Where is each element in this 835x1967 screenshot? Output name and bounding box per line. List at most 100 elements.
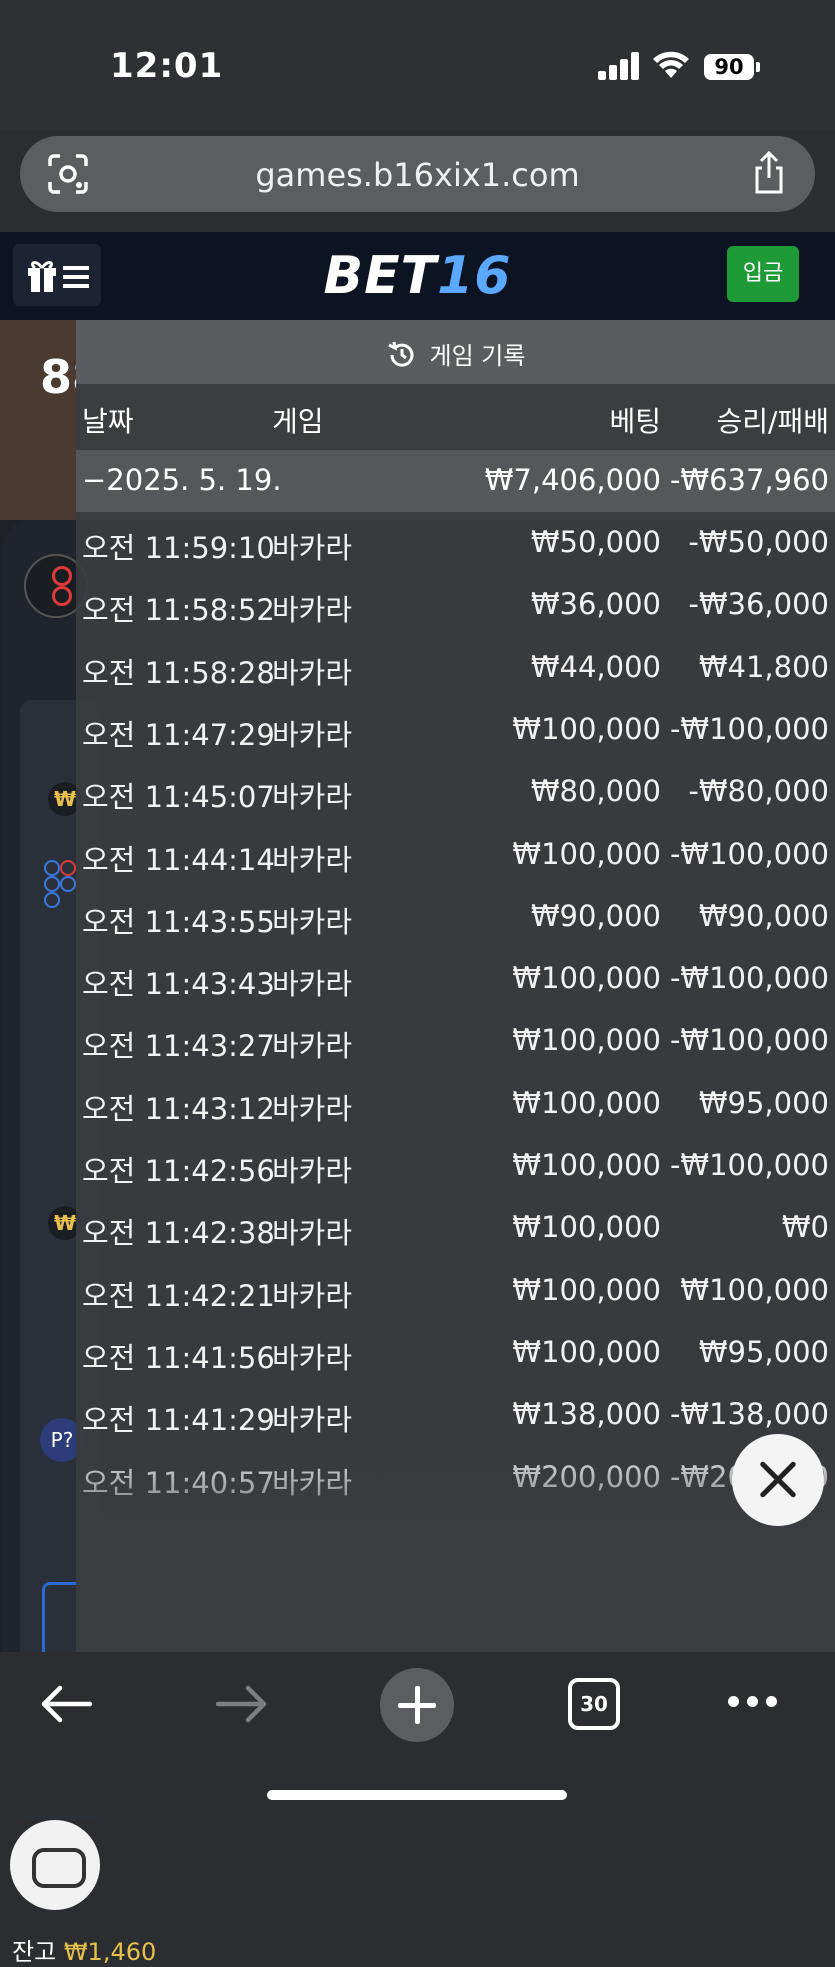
- row-time: 오전 11:42:38: [82, 1216, 275, 1251]
- row-result: -₩80,000: [688, 774, 829, 809]
- row-time: 오전 11:47:29: [82, 717, 275, 752]
- history-row[interactable]: 오전 11:42:21 바카라 ₩100,000 ₩100,000: [76, 1260, 835, 1322]
- balance-label: 잔고: [12, 1938, 57, 1966]
- row-game: 바카라: [272, 593, 353, 628]
- history-row[interactable]: 오전 11:42:56 바카라 ₩100,000 -₩100,000: [76, 1135, 835, 1197]
- row-time: 오전 11:58:52: [82, 593, 275, 628]
- history-row[interactable]: 오전 11:41:29 바카라 ₩138,000 -₩138,000: [76, 1384, 835, 1446]
- row-time: 오전 11:59:10: [82, 531, 275, 565]
- status-bar: 12:01 90: [0, 0, 835, 130]
- list-fade: [76, 1440, 835, 1652]
- more-menu-icon[interactable]: [728, 1696, 778, 1708]
- row-game: 바카라: [272, 1154, 353, 1188]
- history-row[interactable]: 오전 11:43:43 바카라 ₩100,000 -₩100,000: [76, 948, 835, 1010]
- col-date: 날짜: [82, 405, 134, 438]
- row-bet: ₩138,000: [512, 1397, 661, 1432]
- row-game: 바카라: [272, 1216, 353, 1251]
- row-result: -₩100,000: [669, 1023, 829, 1058]
- row-result: ₩100,000: [680, 1272, 829, 1307]
- row-game: 바카라: [272, 1029, 353, 1064]
- history-row[interactable]: 오전 11:58:28 바카라 ₩44,000 ₩41,800: [76, 637, 835, 699]
- logo-number: 16: [437, 246, 512, 306]
- history-row[interactable]: 오전 11:44:14 바카라 ₩100,000 -₩100,000: [76, 824, 835, 886]
- history-row[interactable]: 오전 11:58:52 바카라 ₩36,000 -₩36,000: [76, 574, 835, 636]
- forward-arrow-icon[interactable]: [214, 1682, 270, 1726]
- row-bet: ₩100,000: [512, 1023, 661, 1058]
- row-time: 오전 11:43:12: [82, 1091, 275, 1126]
- history-title: 게임 기록: [429, 342, 526, 370]
- row-bet: ₩36,000: [530, 587, 661, 622]
- row-time: 오전 11:45:07: [82, 780, 275, 815]
- address-bar[interactable]: games.b16xix1.com: [20, 136, 815, 212]
- close-history-button[interactable]: [732, 1434, 824, 1526]
- row-bet: ₩100,000: [512, 836, 661, 871]
- row-time: 오전 11:41:29: [82, 1403, 275, 1438]
- logo-text: BET: [323, 246, 438, 306]
- summary-bet: ₩7,406,000: [484, 463, 661, 497]
- tab-count-button[interactable]: 30: [568, 1678, 620, 1730]
- new-tab-button[interactable]: [380, 1668, 454, 1742]
- history-clock-icon: [387, 341, 414, 367]
- row-result: -₩100,000: [669, 711, 829, 746]
- history-table-header: 날짜 게임 베팅 승리/패배: [76, 384, 835, 450]
- share-icon[interactable]: [749, 150, 789, 196]
- row-time: 오전 11:42:21: [82, 1278, 275, 1313]
- history-title-bar: 게임 기록: [76, 320, 835, 384]
- row-bet: ₩100,000: [512, 1272, 661, 1307]
- row-bet: ₩100,000: [512, 711, 661, 746]
- row-result: -₩100,000: [669, 1148, 829, 1182]
- row-game: 바카라: [272, 1278, 353, 1313]
- row-result: -₩36,000: [688, 587, 829, 622]
- deposit-button[interactable]: 입금: [727, 246, 799, 302]
- row-time: 오전 11:41:56: [82, 1340, 275, 1375]
- row-result: -₩100,000: [669, 836, 829, 871]
- back-arrow-icon[interactable]: [38, 1682, 94, 1726]
- row-bet: ₩44,000: [530, 649, 661, 684]
- row-game: 바카라: [272, 1091, 353, 1126]
- history-row[interactable]: 오전 11:45:07 바카라 ₩80,000 -₩80,000: [76, 761, 835, 823]
- history-row[interactable]: 오전 11:43:27 바카라 ₩100,000 -₩100,000: [76, 1010, 835, 1072]
- row-time: 오전 11:43:27: [82, 1029, 275, 1064]
- history-row[interactable]: 오전 11:42:38 바카라 ₩100,000 ₩0: [76, 1197, 835, 1259]
- home-indicator: [267, 1790, 567, 1800]
- col-bet: 베팅: [609, 405, 661, 438]
- summary-result: -₩637,960: [669, 463, 829, 497]
- row-time: 오전 11:58:28: [82, 655, 275, 690]
- row-result: ₩95,000: [698, 1334, 829, 1369]
- date-summary-row[interactable]: −2025. 5. 19. ₩7,406,000 -₩637,960: [76, 450, 835, 512]
- row-result: ₩0: [781, 1210, 829, 1245]
- row-time: 오전 11:43:43: [82, 967, 275, 1002]
- row-result: ₩95,000: [698, 1085, 829, 1120]
- balance-value: ₩1,460: [63, 1938, 157, 1966]
- col-game: 게임: [272, 405, 324, 438]
- game-history-panel: 게임 기록 날짜 게임 베팅 승리/패배 −2025. 5. 19. ₩7,40…: [76, 320, 835, 1652]
- row-game: 바카라: [272, 904, 353, 939]
- row-bet: ₩100,000: [512, 1085, 661, 1120]
- battery-tip: [756, 62, 760, 72]
- url-text[interactable]: games.b16xix1.com: [20, 156, 815, 194]
- history-row[interactable]: 오전 11:43:55 바카라 ₩90,000 ₩90,000: [76, 886, 835, 948]
- row-game: 바카라: [272, 842, 353, 877]
- history-row[interactable]: 오전 11:59:10 바카라 ₩50,000 -₩50,000: [76, 512, 835, 574]
- site-logo[interactable]: BET16: [0, 246, 835, 306]
- history-row[interactable]: 오전 11:47:29 바카라 ₩100,000 -₩100,000: [76, 699, 835, 761]
- history-row[interactable]: 오전 11:43:12 바카라 ₩100,000 ₩95,000: [76, 1073, 835, 1135]
- battery-indicator: 90: [704, 54, 754, 80]
- row-game: 바카라: [272, 967, 353, 1002]
- row-game: 바카라: [272, 531, 353, 565]
- site-header: BET16 입금: [0, 232, 835, 320]
- row-result: -₩138,000: [669, 1397, 829, 1432]
- chip-button[interactable]: [10, 1820, 100, 1910]
- row-bet: ₩100,000: [512, 1210, 661, 1245]
- row-time: 오전 11:42:56: [82, 1154, 275, 1188]
- row-time: 오전 11:44:14: [82, 842, 275, 877]
- history-row[interactable]: 오전 11:41:56 바카라 ₩100,000 ₩95,000: [76, 1322, 835, 1384]
- row-game: 바카라: [272, 717, 353, 752]
- row-game: 바카라: [272, 655, 353, 690]
- row-bet: ₩50,000: [530, 525, 661, 559]
- row-time: 오전 11:43:55: [82, 904, 275, 939]
- col-result: 승리/패배: [716, 405, 829, 438]
- row-result: -₩100,000: [669, 961, 829, 996]
- balance-display: 잔고 ₩1,460: [12, 1932, 156, 1967]
- row-game: 바카라: [272, 780, 353, 815]
